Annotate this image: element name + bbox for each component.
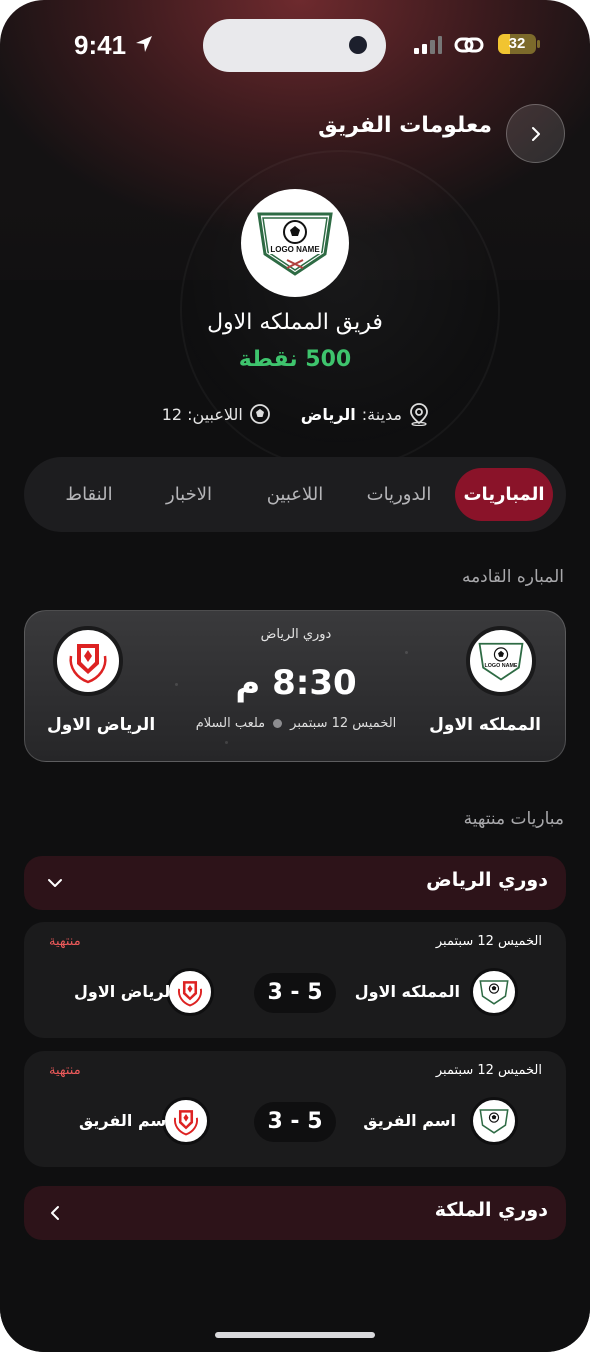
- battery-cap: [537, 40, 540, 48]
- match-status: منتهية: [49, 1063, 81, 1078]
- page-title: معلومات الفريق: [318, 113, 492, 138]
- team-logo: LOGO NAME: [241, 189, 349, 297]
- chevron-left-icon: [51, 1206, 59, 1220]
- back-button[interactable]: [506, 104, 565, 163]
- finished-section-title: مباريات منتهية: [463, 809, 564, 829]
- home-team-name: اسم الفريق: [363, 1111, 456, 1130]
- team-shield-logo: [479, 1109, 509, 1134]
- finished-match-card[interactable]: الخميس 12 سبتمبر منتهية المملكه الاول 5 …: [24, 922, 566, 1038]
- away-team-name: اسم الفريق: [79, 1111, 172, 1130]
- team-logo-text: LOGO NAME: [270, 245, 320, 254]
- signal-icon: [414, 36, 442, 54]
- phone-screen: 9:41 32 معلومات الفريق LOGO NAME فريق ال…: [0, 0, 590, 1352]
- chevron-right-icon: [531, 126, 540, 141]
- upcoming-match-card[interactable]: دوري الرياض 8:30 م الخميس 12 سبتمبرملعب …: [24, 610, 566, 762]
- players-label: اللاعبين: 12: [161, 404, 243, 424]
- upcoming-date: الخميس 12 سبتمبر: [290, 716, 397, 731]
- match-status: منتهية: [49, 934, 81, 949]
- football-icon: [249, 404, 270, 424]
- home-indicator[interactable]: [215, 1332, 375, 1338]
- tab-matches[interactable]: المباريات: [455, 468, 553, 521]
- separator-dot: [273, 719, 283, 728]
- team-points: 500 نقطة: [238, 347, 352, 372]
- upcoming-section-title: المباره القادمه: [461, 567, 564, 587]
- match-score: 5 - 3: [254, 1102, 336, 1142]
- league-name: دوري الرياض: [426, 869, 548, 891]
- location-pin-icon: [410, 403, 428, 426]
- home-team-name: المملكه الاول: [354, 982, 460, 1001]
- battery-percentage: 32: [508, 35, 526, 52]
- team-shield-logo: LOGO NAME: [257, 212, 333, 276]
- match-date: الخميس 12 سبتمبر: [435, 1063, 542, 1078]
- team-players-count: اللاعبين: 12: [162, 403, 271, 425]
- match-score: 5 - 3: [254, 973, 336, 1013]
- tab-leagues[interactable]: الدوريات: [354, 468, 444, 521]
- finished-match-card[interactable]: الخميس 12 سبتمبر منتهية اسم الفريق 5 - 3…: [24, 1051, 566, 1167]
- team-city: مدينة: الرياض: [301, 402, 430, 426]
- away-team-logo: [53, 626, 123, 696]
- tab-players[interactable]: اللاعبين: [250, 468, 340, 521]
- home-logo-text: LOGO NAME: [485, 663, 518, 669]
- camera-dot: [349, 36, 367, 54]
- away-team-name: الرياض الاول: [47, 715, 156, 735]
- tab-news[interactable]: الاخبار: [144, 468, 234, 521]
- match-date: الخميس 12 سبتمبر: [435, 934, 542, 949]
- away-team-name: الرياض الاول: [74, 982, 176, 1001]
- location-arrow-icon: [136, 36, 152, 52]
- red-shield-logo: [177, 981, 203, 1007]
- league-accordion-kingdom[interactable]: دوري الملكة: [24, 1186, 566, 1240]
- tab-bar: المباريات الدوريات اللاعبين الاخبار النق…: [24, 457, 566, 532]
- home-team-logo: [470, 1097, 518, 1145]
- city-label: مدينة:: [361, 404, 402, 424]
- card-texture: [405, 651, 408, 654]
- upcoming-venue: ملعب السلام: [195, 716, 266, 731]
- status-time: 9:41: [74, 30, 127, 60]
- team-shield-logo: [479, 980, 509, 1005]
- home-team-logo: LOGO NAME: [466, 626, 536, 696]
- red-shield-logo: [69, 644, 107, 684]
- red-shield-logo: [173, 1110, 199, 1136]
- link-icon: [454, 37, 484, 53]
- tab-points[interactable]: النقاط: [44, 468, 134, 521]
- team-name: فريق المملكه الاول: [207, 310, 383, 335]
- home-team-logo: [470, 968, 518, 1016]
- battery-icon: 32: [498, 34, 536, 54]
- card-texture: [225, 741, 228, 744]
- city-value: الرياض: [300, 404, 356, 424]
- team-shield-logo: LOGO NAME: [478, 642, 524, 681]
- league-accordion-riyadh[interactable]: دوري الرياض: [24, 856, 566, 910]
- home-team-name: المملكه الاول: [429, 715, 541, 735]
- chevron-down-icon: [48, 879, 62, 887]
- team-meta: مدينة: الرياض اللاعبين: 12: [160, 400, 430, 428]
- league-name: دوري الملكة: [434, 1199, 548, 1221]
